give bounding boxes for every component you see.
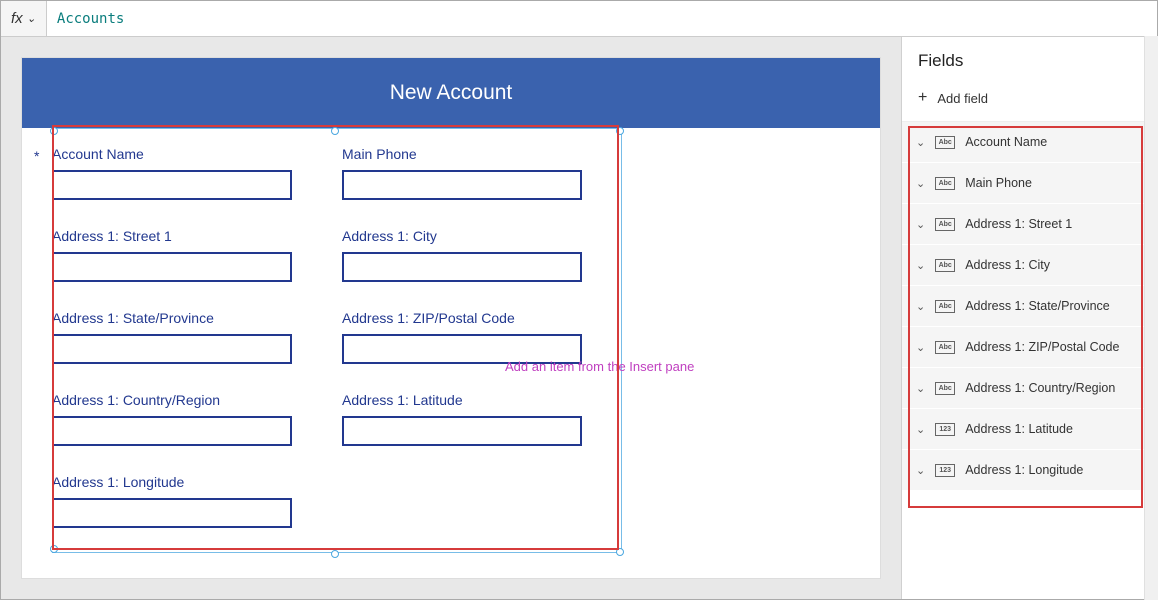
chevron-down-icon: ⌄ bbox=[916, 259, 925, 272]
field-label: Main Phone bbox=[334, 146, 624, 162]
field-item-label: Address 1: ZIP/Postal Code bbox=[965, 340, 1119, 354]
resize-handle[interactable] bbox=[331, 550, 339, 558]
field-item[interactable]: ⌄ Abc Address 1: State/Province bbox=[902, 286, 1157, 327]
text-type-icon: Abc bbox=[935, 136, 955, 149]
text-type-icon: Abc bbox=[935, 218, 955, 231]
field-item[interactable]: ⌄ Abc Address 1: City bbox=[902, 245, 1157, 286]
field-item[interactable]: ⌄ Abc Address 1: Country/Region bbox=[902, 368, 1157, 409]
field-item-label: Address 1: City bbox=[965, 258, 1050, 272]
resize-handle[interactable] bbox=[50, 127, 58, 135]
form-field[interactable]: Address 1: Longitude bbox=[44, 474, 334, 528]
form-field[interactable]: Address 1: Latitude bbox=[334, 392, 624, 446]
field-input[interactable] bbox=[52, 334, 292, 364]
form-field[interactable]: *Account Name bbox=[44, 146, 334, 200]
fx-button[interactable]: fx ⌄ bbox=[1, 1, 47, 36]
field-input[interactable] bbox=[342, 252, 582, 282]
formula-value: Accounts bbox=[57, 11, 124, 27]
canvas[interactable]: New Account *Account NameMain PhoneAddre… bbox=[21, 57, 881, 579]
chevron-down-icon: ⌄ bbox=[916, 136, 925, 149]
field-input[interactable] bbox=[52, 498, 292, 528]
scrollbar[interactable] bbox=[1144, 36, 1158, 600]
field-item-label: Address 1: Latitude bbox=[965, 422, 1073, 436]
field-item-label: Account Name bbox=[965, 135, 1047, 149]
number-type-icon: 123 bbox=[935, 423, 955, 436]
formula-bar: fx ⌄ Accounts bbox=[1, 1, 1157, 37]
form-field[interactable]: Address 1: ZIP/Postal Code bbox=[334, 310, 624, 364]
fields-list: ⌄ Abc Account Name ⌄ Abc Main Phone ⌄ Abc Addres… bbox=[902, 121, 1157, 599]
add-field-button[interactable]: + Add field bbox=[902, 79, 1157, 121]
fields-panel: Fields + Add field ⌄ Abc Account Name ⌄ Abc M… bbox=[901, 37, 1157, 599]
field-label: Account Name bbox=[44, 146, 334, 162]
chevron-down-icon: ⌄ bbox=[916, 300, 925, 313]
field-item-label: Main Phone bbox=[965, 176, 1032, 190]
field-item-label: Address 1: Street 1 bbox=[965, 217, 1072, 231]
field-item[interactable]: ⌄ 123 Address 1: Longitude bbox=[902, 450, 1157, 491]
chevron-down-icon: ⌄ bbox=[27, 12, 36, 25]
form-field[interactable]: Main Phone bbox=[334, 146, 624, 200]
form-field[interactable]: Address 1: State/Province bbox=[44, 310, 334, 364]
chevron-down-icon: ⌄ bbox=[916, 382, 925, 395]
chevron-down-icon: ⌄ bbox=[916, 464, 925, 477]
field-input[interactable] bbox=[52, 170, 292, 200]
required-mark: * bbox=[34, 148, 39, 164]
panel-title: Fields bbox=[902, 37, 1157, 79]
field-input[interactable] bbox=[342, 334, 582, 364]
canvas-area: New Account *Account NameMain PhoneAddre… bbox=[1, 37, 901, 599]
field-label: Address 1: City bbox=[334, 228, 624, 244]
field-input[interactable] bbox=[342, 416, 582, 446]
form-body: *Account NameMain PhoneAddress 1: Street… bbox=[22, 128, 880, 548]
chevron-down-icon: ⌄ bbox=[916, 218, 925, 231]
resize-handle[interactable] bbox=[616, 127, 624, 135]
field-item-label: Address 1: Country/Region bbox=[965, 381, 1115, 395]
field-item[interactable]: ⌄ Abc Address 1: ZIP/Postal Code bbox=[902, 327, 1157, 368]
chevron-down-icon: ⌄ bbox=[916, 341, 925, 354]
fx-label: fx bbox=[11, 10, 23, 27]
field-input[interactable] bbox=[52, 252, 292, 282]
text-type-icon: Abc bbox=[935, 259, 955, 272]
field-input[interactable] bbox=[52, 416, 292, 446]
chevron-down-icon: ⌄ bbox=[916, 423, 925, 436]
field-item[interactable]: ⌄ Abc Address 1: Street 1 bbox=[902, 204, 1157, 245]
form-field[interactable]: Address 1: Country/Region bbox=[44, 392, 334, 446]
text-type-icon: Abc bbox=[935, 341, 955, 354]
resize-handle[interactable] bbox=[331, 127, 339, 135]
form-field[interactable]: Address 1: Street 1 bbox=[44, 228, 334, 282]
field-label: Address 1: State/Province bbox=[44, 310, 334, 326]
text-type-icon: Abc bbox=[935, 382, 955, 395]
text-type-icon: Abc bbox=[935, 300, 955, 313]
field-label: Address 1: ZIP/Postal Code bbox=[334, 310, 624, 326]
field-label: Address 1: Street 1 bbox=[44, 228, 334, 244]
field-item[interactable]: ⌄ Abc Main Phone bbox=[902, 163, 1157, 204]
field-item[interactable]: ⌄ Abc Account Name bbox=[902, 122, 1157, 163]
main-area: New Account *Account NameMain PhoneAddre… bbox=[1, 37, 1157, 599]
field-label: Address 1: Country/Region bbox=[44, 392, 334, 408]
resize-handle[interactable] bbox=[616, 548, 624, 556]
chevron-down-icon: ⌄ bbox=[916, 177, 925, 190]
form-title: New Account bbox=[22, 58, 880, 128]
resize-handle[interactable] bbox=[50, 545, 58, 553]
field-input[interactable] bbox=[342, 170, 582, 200]
number-type-icon: 123 bbox=[935, 464, 955, 477]
form-field[interactable]: Address 1: City bbox=[334, 228, 624, 282]
text-type-icon: Abc bbox=[935, 177, 955, 190]
field-item[interactable]: ⌄ 123 Address 1: Latitude bbox=[902, 409, 1157, 450]
field-label: Address 1: Longitude bbox=[44, 474, 334, 490]
field-label: Address 1: Latitude bbox=[334, 392, 624, 408]
field-item-label: Address 1: State/Province bbox=[965, 299, 1110, 313]
plus-icon: + bbox=[918, 89, 927, 107]
field-item-label: Address 1: Longitude bbox=[965, 463, 1083, 477]
add-field-label: Add field bbox=[937, 91, 988, 106]
formula-input[interactable]: Accounts bbox=[47, 1, 1157, 36]
